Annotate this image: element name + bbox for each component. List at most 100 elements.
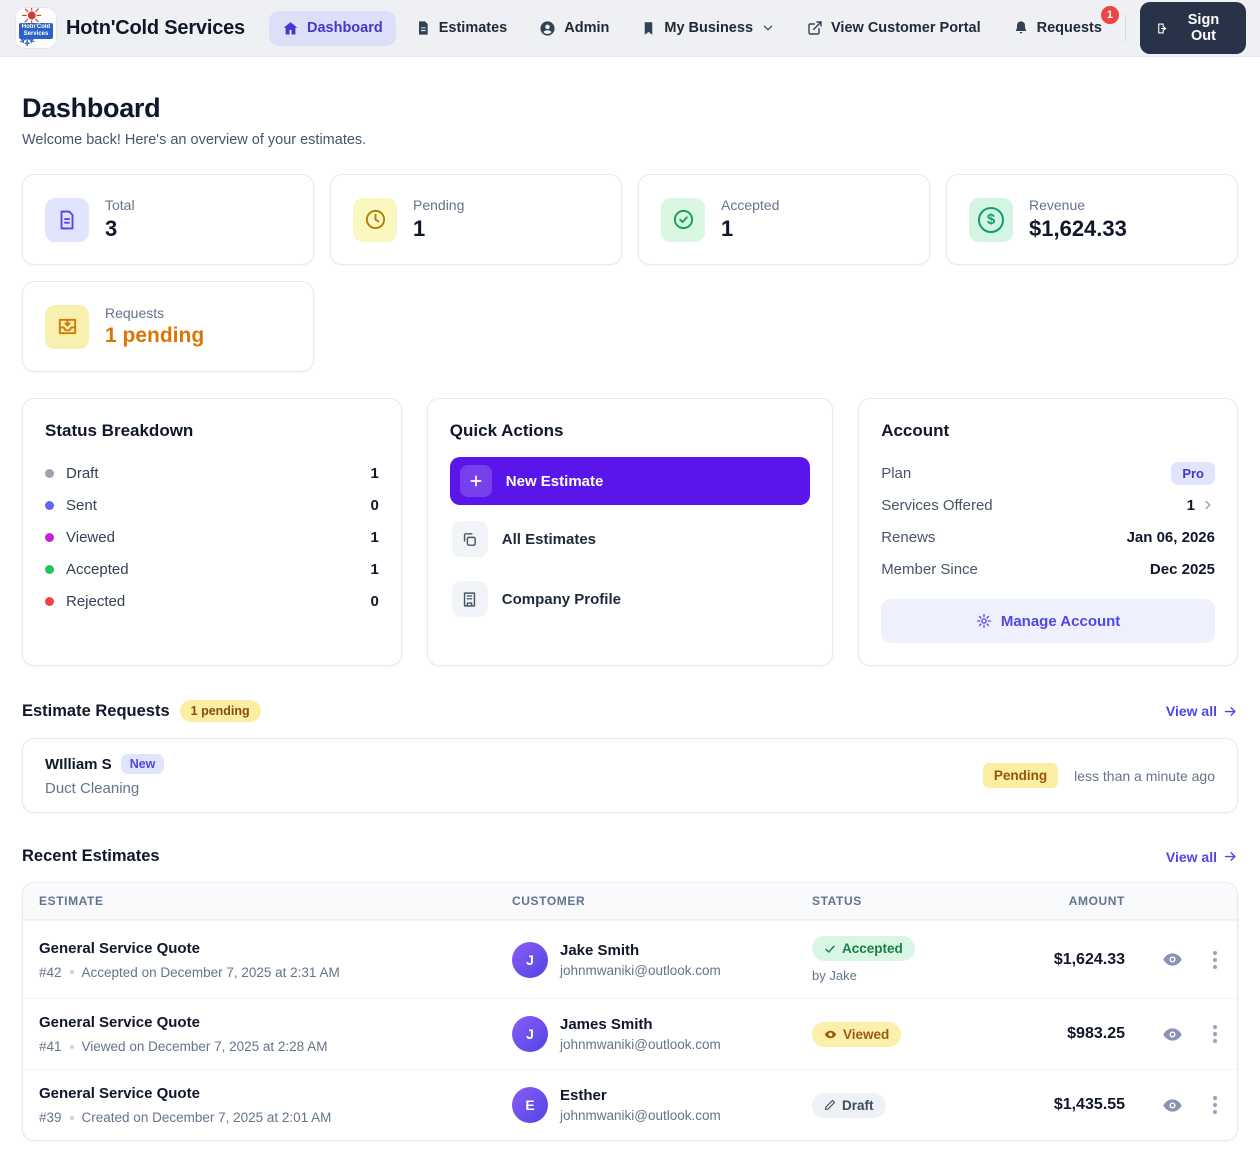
stat-label: Accepted: [721, 197, 779, 213]
document-icon: [45, 198, 89, 242]
dot-separator: [70, 1116, 74, 1120]
status-count: 0: [370, 593, 378, 610]
estimates-table: Estimate Customer Status Amount General …: [22, 882, 1238, 1141]
status-label: Viewed: [66, 529, 115, 546]
view-all-requests-link[interactable]: View all: [1166, 703, 1238, 719]
check-icon: [824, 943, 836, 955]
nav-item-admin[interactable]: Admin: [526, 11, 622, 46]
new-estimate-label: New Estimate: [506, 473, 604, 490]
status-row-sent: Sent 0: [45, 489, 379, 521]
status-count: 1: [370, 529, 378, 546]
status-cell: Viewed: [796, 1007, 1021, 1062]
estimate-meta: Viewed on December 7, 2025 at 2:28 AM: [82, 1039, 328, 1054]
top-navbar: ☀ ❄ Hotn'Cold Services Hotn'Cold Service…: [0, 0, 1260, 57]
nav-divider: [1125, 14, 1126, 42]
status-label: Sent: [66, 497, 97, 514]
table-row[interactable]: General Service Quote #39 Created on Dec…: [23, 1069, 1237, 1140]
stat-card-requests[interactable]: Requests 1 pending: [22, 281, 314, 372]
company-profile-button[interactable]: Company Profile: [450, 573, 810, 625]
nav-label: View Customer Portal: [831, 20, 981, 36]
nav-label: My Business: [664, 20, 753, 36]
nav-item-requests[interactable]: Requests 1: [1000, 11, 1115, 45]
status-breakdown-panel: Status Breakdown Draft 1 Sent 0 Viewed 1…: [22, 398, 402, 666]
stat-texts: Accepted 1: [721, 197, 779, 242]
view-estimate-button[interactable]: [1158, 945, 1187, 974]
panel-title: Quick Actions: [450, 421, 810, 441]
panel-title: Status Breakdown: [45, 421, 379, 441]
bookmark-icon: [641, 21, 656, 36]
status-dot-accepted: [45, 565, 54, 574]
customer-name: Esther: [560, 1087, 721, 1104]
copy-icon: [452, 521, 488, 557]
logo-ribbon: Hotn'Cold Services: [19, 23, 53, 39]
sign-out-button[interactable]: Sign Out: [1140, 2, 1246, 54]
customer-name: Jake Smith: [560, 942, 721, 959]
amount-cell: $1,624.33: [1021, 936, 1141, 984]
inbox-arrow-down-icon: [45, 305, 89, 349]
estimate-request-row[interactable]: WIlliam S New Duct Cleaning Pending less…: [22, 738, 1238, 813]
dot-separator: [70, 970, 74, 974]
company-profile-label: Company Profile: [502, 591, 621, 608]
account-value: 1: [1187, 497, 1195, 514]
section-title: Estimate Requests: [22, 702, 170, 721]
dot-separator: [70, 1045, 74, 1049]
all-estimates-button[interactable]: All Estimates: [450, 513, 810, 565]
customer-email: johnmwaniki@outlook.com: [560, 1037, 721, 1052]
nav-item-dashboard[interactable]: Dashboard: [269, 11, 396, 46]
recent-estimates-header: Recent Estimates View all: [22, 847, 1238, 866]
estimate-requests-header: Estimate Requests 1 pending View all: [22, 700, 1238, 722]
row-menu-button[interactable]: [1209, 947, 1221, 973]
customer-cell: J James Smith johnmwaniki@outlook.com: [496, 1001, 796, 1067]
manage-account-button[interactable]: Manage Account: [881, 599, 1215, 643]
estimate-number: #42: [39, 965, 62, 980]
status-dot-sent: [45, 501, 54, 510]
account-row-services[interactable]: Services Offered 1: [881, 489, 1215, 521]
estimate-title: General Service Quote: [39, 940, 480, 957]
stat-texts: Pending 1: [413, 197, 464, 242]
logo-line1: Hotn'Cold: [22, 24, 50, 30]
document-icon: [415, 20, 431, 36]
row-menu-button[interactable]: [1209, 1021, 1221, 1047]
brand-title: Hotn'Cold Services: [66, 17, 245, 40]
check-circle-icon: [661, 198, 705, 242]
request-timestamp: less than a minute ago: [1074, 768, 1215, 784]
dollar-glyph: $: [978, 207, 1004, 233]
kebab-icon: [1213, 951, 1217, 969]
stat-label: Total: [105, 197, 135, 213]
customer-cell: J Jake Smith johnmwaniki@outlook.com: [496, 927, 796, 993]
status-badge-accepted: Accepted: [812, 936, 915, 961]
nav-item-my-business[interactable]: My Business: [628, 11, 788, 45]
view-all-estimates-link[interactable]: View all: [1166, 849, 1238, 865]
customer-email: johnmwaniki@outlook.com: [560, 963, 721, 978]
mid-panels: Status Breakdown Draft 1 Sent 0 Viewed 1…: [22, 398, 1238, 666]
new-estimate-button[interactable]: New Estimate: [450, 457, 810, 505]
nav-right-group: Sign Out: [1125, 2, 1246, 54]
amount-cell: $983.25: [1021, 1010, 1141, 1058]
nav-label: Dashboard: [307, 20, 383, 36]
dollar-icon: $: [969, 198, 1013, 242]
table-row[interactable]: General Service Quote #41 Viewed on Dece…: [23, 998, 1237, 1069]
status-cell: Draft: [796, 1078, 1021, 1133]
stats-row: Total 3 Pending 1 Accepted 1 $: [22, 174, 1238, 265]
nav-item-view-customer-portal[interactable]: View Customer Portal: [794, 11, 994, 45]
status-badge-viewed: Viewed: [812, 1022, 901, 1047]
status-count: 1: [370, 465, 378, 482]
nav-item-estimates[interactable]: Estimates: [402, 11, 521, 45]
status-row-rejected: Rejected 0: [45, 585, 379, 617]
table-row[interactable]: General Service Quote #42 Accepted on De…: [23, 920, 1237, 998]
stat-card-revenue: $ Revenue $1,624.33: [946, 174, 1238, 265]
view-estimate-button[interactable]: [1158, 1091, 1187, 1120]
row-menu-button[interactable]: [1209, 1092, 1221, 1118]
estimate-cell: General Service Quote #39 Created on Dec…: [23, 1070, 496, 1140]
actions-cell: [1141, 945, 1237, 974]
stat-texts: Total 3: [105, 197, 135, 242]
gear-icon: [976, 613, 992, 629]
pending-status-badge: Pending: [983, 763, 1058, 788]
stat-card-accepted: Accepted 1: [638, 174, 930, 265]
nav-label: Estimates: [439, 20, 508, 36]
view-estimate-button[interactable]: [1158, 1020, 1187, 1049]
view-all-label: View all: [1166, 703, 1217, 719]
customer-email: johnmwaniki@outlook.com: [560, 1108, 721, 1123]
nav-label: Admin: [564, 20, 609, 36]
quick-actions-panel: Quick Actions New Estimate All Estimates…: [427, 398, 833, 666]
